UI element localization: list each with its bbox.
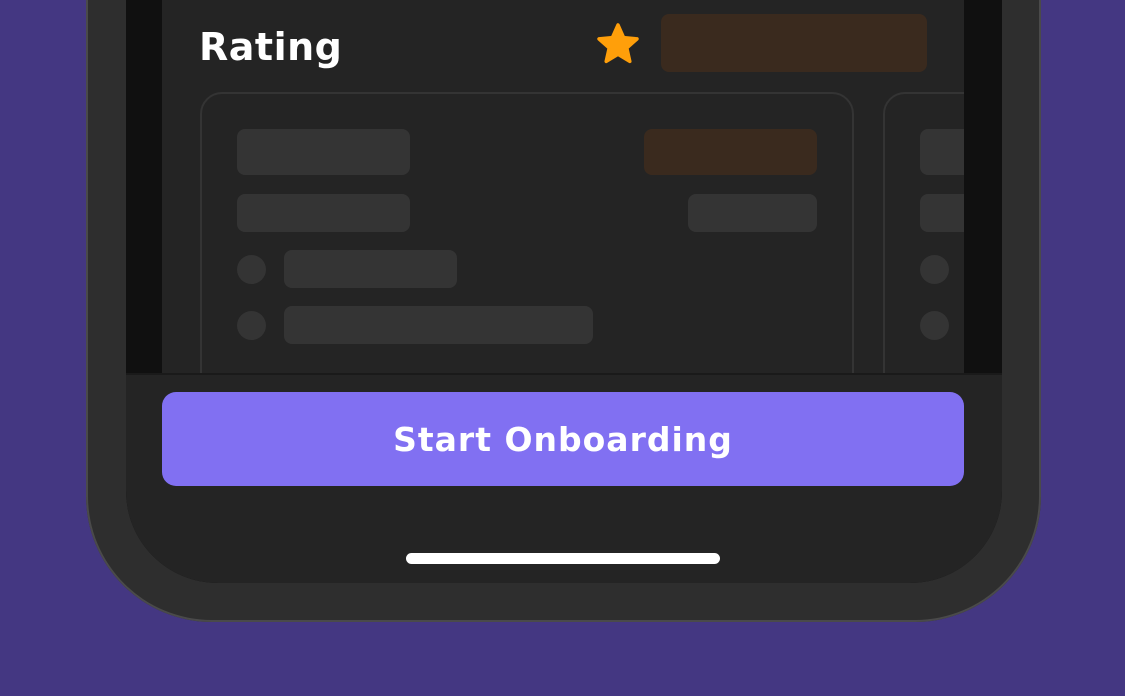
review-card-skeleton [200,92,854,400]
star-icon [597,23,639,64]
review-card-skeleton [883,92,964,400]
reviewer-name-skeleton [920,129,964,175]
phone-screen: Rating Start Onboarding [126,0,1002,583]
rating-badge-skeleton [644,129,817,175]
rating-panel: Rating [162,0,964,400]
bullet-dot-skeleton [237,311,266,340]
bottom-action-bar: Start Onboarding [126,373,1002,583]
rating-value-skeleton [661,14,927,72]
bullet-dot-skeleton [920,311,949,340]
review-subtitle-skeleton [237,194,410,232]
review-line-skeleton [284,250,457,288]
review-date-skeleton [688,194,817,232]
bullet-dot-skeleton [920,255,949,284]
review-subtitle-skeleton [920,194,964,232]
rating-title: Rating [199,25,343,69]
review-line-skeleton [284,306,593,344]
star-shape [597,23,639,64]
reviewer-name-skeleton [237,129,410,175]
bullet-dot-skeleton [237,255,266,284]
home-indicator[interactable] [406,553,720,564]
start-onboarding-button[interactable]: Start Onboarding [162,392,964,486]
